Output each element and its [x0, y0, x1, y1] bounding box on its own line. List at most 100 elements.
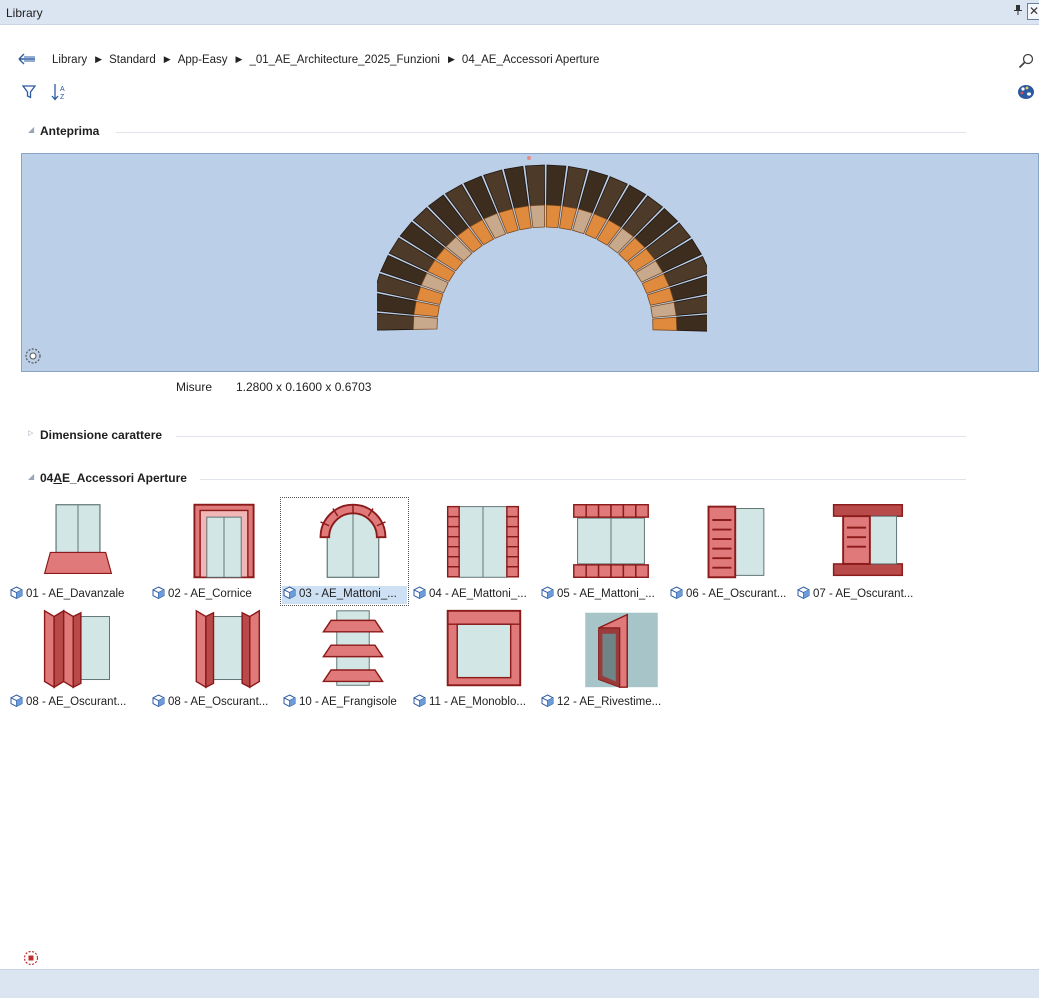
breadcrumb-separator-icon[interactable]: ▶	[448, 54, 455, 65]
section-title: 04AE_Accessori Aperture	[40, 471, 187, 485]
breadcrumb-item-standard[interactable]: Standard	[109, 54, 156, 66]
item-label: 11 - AE_Monoblo...	[429, 696, 526, 708]
library-item[interactable]: 03 - AE_Mattoni_...	[283, 497, 413, 607]
arch-inner-brick	[529, 204, 546, 229]
folding-shutter-icon	[43, 609, 110, 689]
3d-object-icon	[541, 586, 554, 602]
breadcrumb-item-architecture[interactable]: _01_AE_Architecture_2025_Funzioni	[249, 54, 440, 66]
item-caption: 11 - AE_Monoblo...	[413, 694, 526, 710]
divider	[200, 479, 966, 480]
svg-text:Z: Z	[60, 94, 65, 101]
expand-arrow-icon[interactable]: ▷	[28, 429, 33, 437]
frame-icon	[193, 503, 255, 579]
breadcrumb-item-library[interactable]: Library	[52, 54, 87, 66]
breadcrumb-item-accessori[interactable]: 04_AE_Accessori Aperture	[462, 54, 599, 66]
3d-object-icon	[797, 586, 810, 602]
item-caption: 04 - AE_Mattoni_...	[413, 586, 527, 602]
library-item[interactable]: 06 - AE_Oscurant...	[670, 497, 800, 607]
close-button[interactable]: ✕	[1027, 3, 1039, 20]
pin-icon[interactable]	[1013, 4, 1025, 20]
arch-inner-brick	[412, 315, 438, 330]
3d-object-icon	[670, 586, 683, 602]
search-icon[interactable]	[1018, 53, 1034, 69]
item-label: 05 - AE_Mattoni_...	[557, 588, 655, 600]
item-caption: 08 - AE_Oscurant...	[10, 694, 126, 710]
shutter-side-icon	[707, 505, 765, 579]
section-font-size-header[interactable]: ▷ Dimensione carattere	[28, 428, 968, 444]
3d-object-icon	[10, 694, 23, 710]
item-caption: 03 - AE_Mattoni_...	[283, 586, 397, 602]
breadcrumb-separator-icon[interactable]: ▶	[164, 54, 171, 65]
item-label: 08 - AE_Oscurant...	[26, 696, 127, 708]
library-item[interactable]: 08 - AE_Oscurant...	[152, 605, 282, 715]
back-arrow-icon[interactable]	[18, 53, 36, 65]
item-caption: 10 - AE_Frangisole	[283, 694, 397, 710]
library-item[interactable]: 08 - AE_Oscurant...	[10, 605, 140, 715]
item-caption: 02 - AE_Cornice	[152, 586, 252, 602]
arch-inner-brick	[545, 204, 562, 229]
sunshade-icon	[322, 610, 384, 686]
library-item[interactable]: 12 - AE_Rivestime...	[541, 605, 671, 715]
divider	[116, 132, 966, 133]
breadcrumb-separator-icon[interactable]: ▶	[95, 54, 102, 65]
library-item[interactable]: 11 - AE_Monoblo...	[413, 605, 543, 715]
item-caption: 07 - AE_Oscurant...	[797, 586, 913, 602]
3d-object-icon	[283, 586, 296, 602]
svg-text:A: A	[60, 86, 65, 93]
breadcrumb: Library ▶ Standard ▶ App-Easy ▶ _01_AE_Archite…	[0, 47, 1039, 73]
status-bar	[0, 969, 1039, 998]
item-label: 03 - AE_Mattoni_...	[299, 588, 397, 600]
3d-object-icon	[413, 586, 426, 602]
dimensions-value: 1.2800 x 0.1600 x 0.6703	[236, 380, 372, 394]
arch-inner-brick	[652, 316, 678, 331]
breadcrumb-separator-icon[interactable]: ▶	[236, 54, 243, 65]
library-item[interactable]: 05 - AE_Mattoni_...	[541, 497, 671, 607]
item-label: 07 - AE_Oscurant...	[813, 588, 914, 600]
library-item[interactable]: 01 - AE_Davanzale	[10, 497, 140, 607]
arch-outer-brick	[546, 164, 567, 207]
divider	[176, 436, 966, 437]
3d-object-icon	[10, 586, 23, 602]
item-label: 04 - AE_Mattoni_...	[429, 588, 527, 600]
collapse-arrow-icon[interactable]: ◢	[28, 125, 34, 134]
3d-object-icon	[152, 586, 165, 602]
collapse-arrow-icon[interactable]: ◢	[28, 472, 34, 481]
breadcrumb-item-app-easy[interactable]: App-Easy	[178, 54, 228, 66]
section-title: Dimensione carattere	[40, 428, 163, 442]
3d-object-icon	[541, 694, 554, 710]
dimensions-label: Misure	[176, 380, 213, 394]
item-label: 12 - AE_Rivestime...	[557, 696, 662, 708]
filter-icon[interactable]	[21, 85, 37, 102]
arch-outer-brick	[377, 312, 415, 331]
sort-az-icon[interactable]: AZ	[51, 83, 69, 104]
favorite-marker-icon[interactable]	[23, 950, 39, 969]
window-title: Library	[6, 6, 43, 20]
brick-arch-icon	[319, 503, 387, 578]
3d-object-icon	[283, 694, 296, 710]
arch-outer-brick	[675, 314, 707, 332]
library-item[interactable]: 10 - AE_Frangisole	[283, 605, 413, 715]
toolbar: AZ	[0, 80, 1039, 106]
sill-icon	[43, 504, 113, 575]
item-caption: 12 - AE_Rivestime...	[541, 694, 661, 710]
section-folder-header[interactable]: ◢ 04AE_Accessori Aperture	[28, 471, 968, 487]
preview-viewport[interactable]	[21, 153, 1039, 372]
palette-icon[interactable]	[1017, 84, 1035, 103]
item-caption: 05 - AE_Mattoni_...	[541, 586, 655, 602]
item-label: 10 - AE_Frangisole	[299, 696, 397, 708]
item-label: 06 - AE_Oscurant...	[686, 588, 787, 600]
section-preview-header[interactable]: ◢ Anteprima	[28, 124, 968, 140]
brick-arch-preview	[377, 164, 707, 332]
library-item[interactable]: 07 - AE_Oscurant...	[797, 497, 927, 607]
3d-object-icon	[152, 694, 165, 710]
shutter-box-icon	[832, 504, 904, 577]
library-item[interactable]: 02 - AE_Cornice	[152, 497, 282, 607]
item-caption: 08 - AE_Oscurant...	[152, 694, 268, 710]
item-label: 02 - AE_Cornice	[168, 588, 252, 600]
window-titlebar: Library ✕	[0, 0, 1039, 25]
camera-reset-icon[interactable]	[24, 347, 42, 368]
cladding-icon	[585, 612, 658, 688]
library-item[interactable]: 04 - AE_Mattoni_...	[413, 497, 543, 607]
brick-lintel-icon	[573, 504, 649, 578]
item-caption: 01 - AE_Davanzale	[10, 586, 124, 602]
